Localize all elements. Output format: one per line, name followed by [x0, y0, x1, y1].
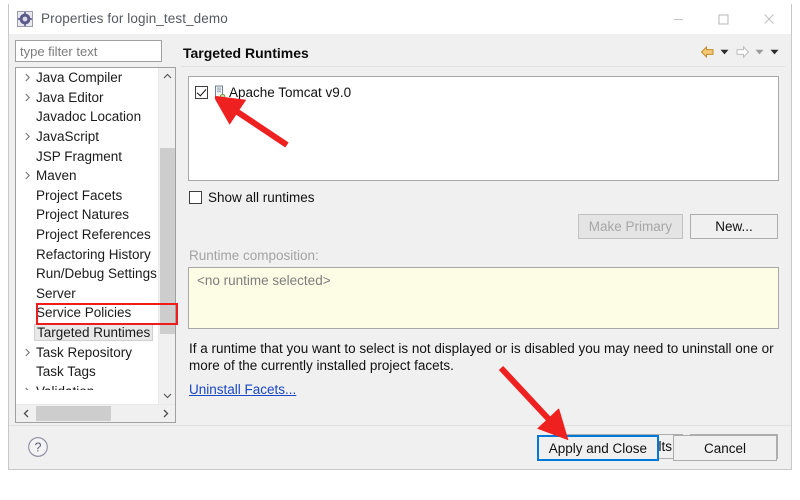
properties-dialog: Properties for login_test_demo [8, 4, 792, 470]
sidebar-item-project-references[interactable]: Project References [16, 225, 158, 245]
sidebar-item-validation[interactable]: Validation [16, 382, 158, 391]
sidebar-item-java-compiler[interactable]: Java Compiler [16, 68, 158, 88]
page-title: Targeted Runtimes [181, 45, 309, 61]
window-controls [656, 4, 791, 34]
apply-and-close-button[interactable]: Apply and Close [537, 435, 659, 461]
sidebar-item-server[interactable]: Server [16, 284, 158, 304]
sidebar-item-label: Validation [34, 384, 94, 390]
sidebar-item-task-tags[interactable]: Task Tags [16, 362, 158, 382]
settings-main-panel: Targeted Runtimes [181, 40, 785, 463]
cancel-button[interactable]: Cancel [673, 435, 777, 461]
sidebar-item-jsp-fragment[interactable]: JSP Fragment [16, 146, 158, 166]
show-all-runtimes-checkbox[interactable] [189, 191, 202, 204]
panel-header: Targeted Runtimes [181, 40, 785, 66]
settings-tree-items: Java Compiler Java Editor Javadoc Location… [16, 68, 158, 390]
dialog-body: type filter text Java Compiler Java Edito… [9, 34, 791, 469]
back-menu-chevron-down-icon[interactable] [718, 43, 731, 61]
dialog-title: Properties for login_test_demo [41, 11, 228, 26]
sidebar-item-label: Service Policies [34, 305, 131, 320]
sidebar-item-project-facets[interactable]: Project Facets [16, 186, 158, 206]
sidebar-item-label: Run/Debug Settings [34, 266, 157, 281]
close-button[interactable] [746, 4, 791, 34]
show-all-runtimes-row[interactable]: Show all runtimes [189, 190, 785, 205]
runtime-list-item[interactable]: Apache Tomcat v9.0 [195, 82, 778, 102]
sidebar-item-service-policies[interactable]: Service Policies [16, 303, 158, 323]
chevron-right-icon [20, 171, 34, 180]
chevron-right-icon [20, 132, 34, 141]
maximize-button[interactable] [701, 4, 746, 34]
sidebar-item-label: Server [34, 286, 76, 301]
sidebar-item-label: Project Facets [34, 188, 122, 203]
forward-arrow-icon [733, 43, 751, 61]
chevron-right-icon [20, 93, 34, 102]
scroll-up-arrow-icon[interactable] [159, 68, 176, 85]
runtime-composition-box: <no runtime selected> [188, 267, 779, 329]
view-menu-chevron-down-icon[interactable] [768, 43, 781, 61]
sidebar-item-label: Java Editor [34, 90, 104, 105]
runtime-actions: Make Primary New... [181, 214, 778, 239]
settings-tree[interactable]: Java Compiler Java Editor Javadoc Location… [15, 67, 176, 423]
chevron-right-icon [20, 387, 34, 390]
sidebar-item-label: Task Tags [34, 364, 96, 379]
scroll-right-arrow-icon[interactable] [157, 405, 174, 422]
sidebar-item-javadoc-location[interactable]: Javadoc Location [16, 107, 158, 127]
sidebar-item-java-editor[interactable]: Java Editor [16, 88, 158, 108]
new-runtime-button[interactable]: New... [690, 214, 778, 239]
svg-text:?: ? [35, 441, 42, 455]
header-divider [181, 66, 785, 67]
forward-menu-chevron-down-icon [753, 43, 766, 61]
sidebar-item-project-natures[interactable]: Project Natures [16, 205, 158, 225]
dialog-footer-buttons: Apply and Close Cancel [537, 435, 777, 461]
sidebar-item-label: JavaScript [34, 129, 99, 144]
back-arrow-icon[interactable] [698, 43, 716, 61]
tree-scroll-thumb[interactable] [160, 148, 175, 334]
sidebar-item-label: Project Natures [34, 207, 129, 222]
uninstall-facets-link[interactable]: Uninstall Facets... [189, 382, 296, 397]
runtime-checkbox[interactable] [195, 86, 208, 99]
scroll-left-arrow-icon[interactable] [18, 405, 35, 422]
help-question-icon[interactable]: ? [27, 436, 49, 458]
tree-horizontal-scrollbar[interactable] [16, 404, 176, 422]
sidebar-item-label: Project References [34, 227, 151, 242]
sidebar-item-task-repository[interactable]: Task Repository [16, 342, 158, 362]
sidebar-item-label: Java Compiler [34, 70, 122, 85]
eclipse-properties-icon [17, 11, 33, 27]
dialog-titlebar: Properties for login_test_demo [9, 4, 791, 34]
sidebar-item-label: JSP Fragment [34, 149, 122, 164]
show-all-runtimes-label: Show all runtimes [208, 190, 315, 205]
sidebar-item-javascript[interactable]: JavaScript [16, 127, 158, 147]
sidebar-item-refactoring-history[interactable]: Refactoring History [16, 244, 158, 264]
targeted-runtimes-list[interactable]: Apache Tomcat v9.0 [188, 76, 779, 181]
settings-sidebar: type filter text Java Compiler Java Edito… [15, 40, 176, 423]
runtime-label: Apache Tomcat v9.0 [229, 85, 351, 100]
tree-vertical-scrollbar[interactable] [158, 68, 175, 422]
screenshot-root: Properties for login_test_demo [0, 0, 800, 500]
sidebar-item-label: Task Repository [34, 345, 132, 360]
sidebar-item-targeted-runtimes[interactable]: Targeted Runtimes [16, 323, 158, 343]
make-primary-button[interactable]: Make Primary [578, 214, 683, 239]
runtime-composition-label: Runtime composition: [189, 248, 785, 263]
facets-info-text: If a runtime that you want to select is … [189, 340, 777, 374]
server-runtime-icon [213, 85, 227, 100]
panel-nav-icons [698, 43, 781, 61]
sidebar-item-label: Javadoc Location [34, 109, 141, 124]
sidebar-item-label: Refactoring History [34, 247, 151, 262]
scroll-down-arrow-icon[interactable] [159, 387, 176, 404]
sidebar-item-label: Maven [34, 168, 77, 183]
filter-input[interactable]: type filter text [15, 40, 162, 62]
minimize-button[interactable] [656, 4, 701, 34]
sidebar-item-run-debug-settings[interactable]: Run/Debug Settings [16, 264, 158, 284]
chevron-right-icon [20, 73, 34, 82]
chevron-right-icon [20, 348, 34, 357]
tree-hscroll-thumb[interactable] [36, 406, 111, 421]
dialog-footer: ? Apply and Close Cancel [9, 425, 791, 469]
sidebar-item-label: Targeted Runtimes [34, 324, 153, 341]
sidebar-item-maven[interactable]: Maven [16, 166, 158, 186]
